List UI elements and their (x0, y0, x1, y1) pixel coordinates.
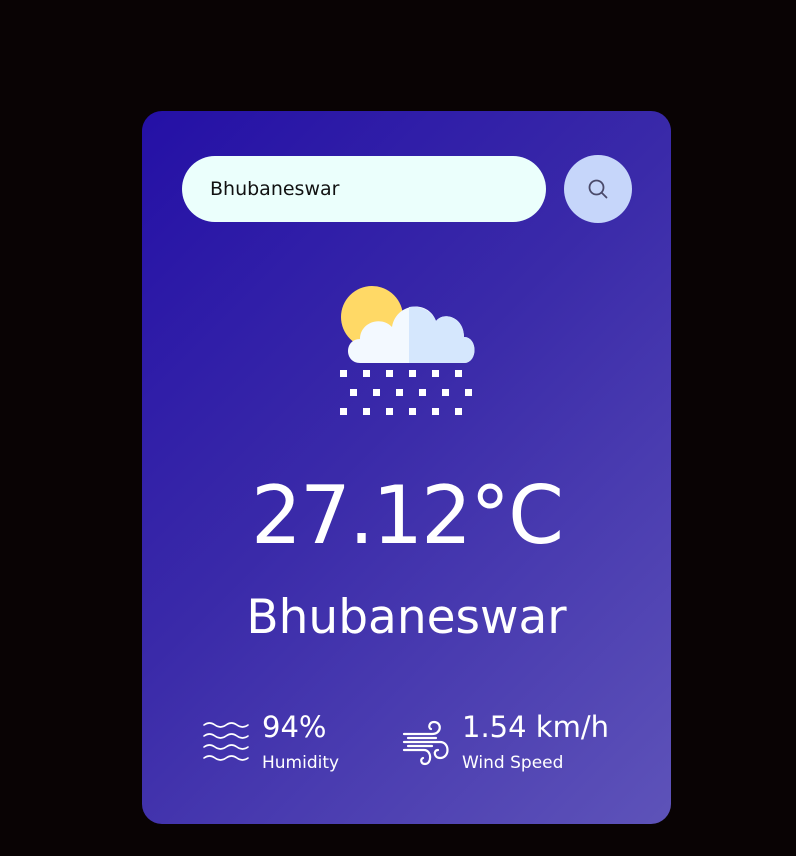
humidity-stat: 94% Humidity (202, 706, 339, 774)
search-icon (588, 179, 608, 199)
wind-speed-label: Wind Speed (462, 753, 564, 773)
humidity-waves-icon (203, 722, 249, 761)
weather-card: 27.12°C Bhubaneswar 94% Humidity (142, 111, 671, 824)
city-name: Bhubaneswar (246, 590, 567, 645)
temperature-value: 27.12°C (251, 469, 564, 562)
city-search-input[interactable] (182, 156, 546, 222)
humidity-label: Humidity (262, 753, 340, 773)
wind-icon (402, 720, 449, 766)
wind-speed-value: 1.54 km/h (462, 710, 609, 744)
search-button[interactable] (564, 155, 632, 223)
wind-stat: 1.54 km/h Wind Speed (402, 706, 609, 774)
humidity-value: 94% (262, 710, 327, 744)
sun-cloud-snow-icon (340, 286, 475, 415)
